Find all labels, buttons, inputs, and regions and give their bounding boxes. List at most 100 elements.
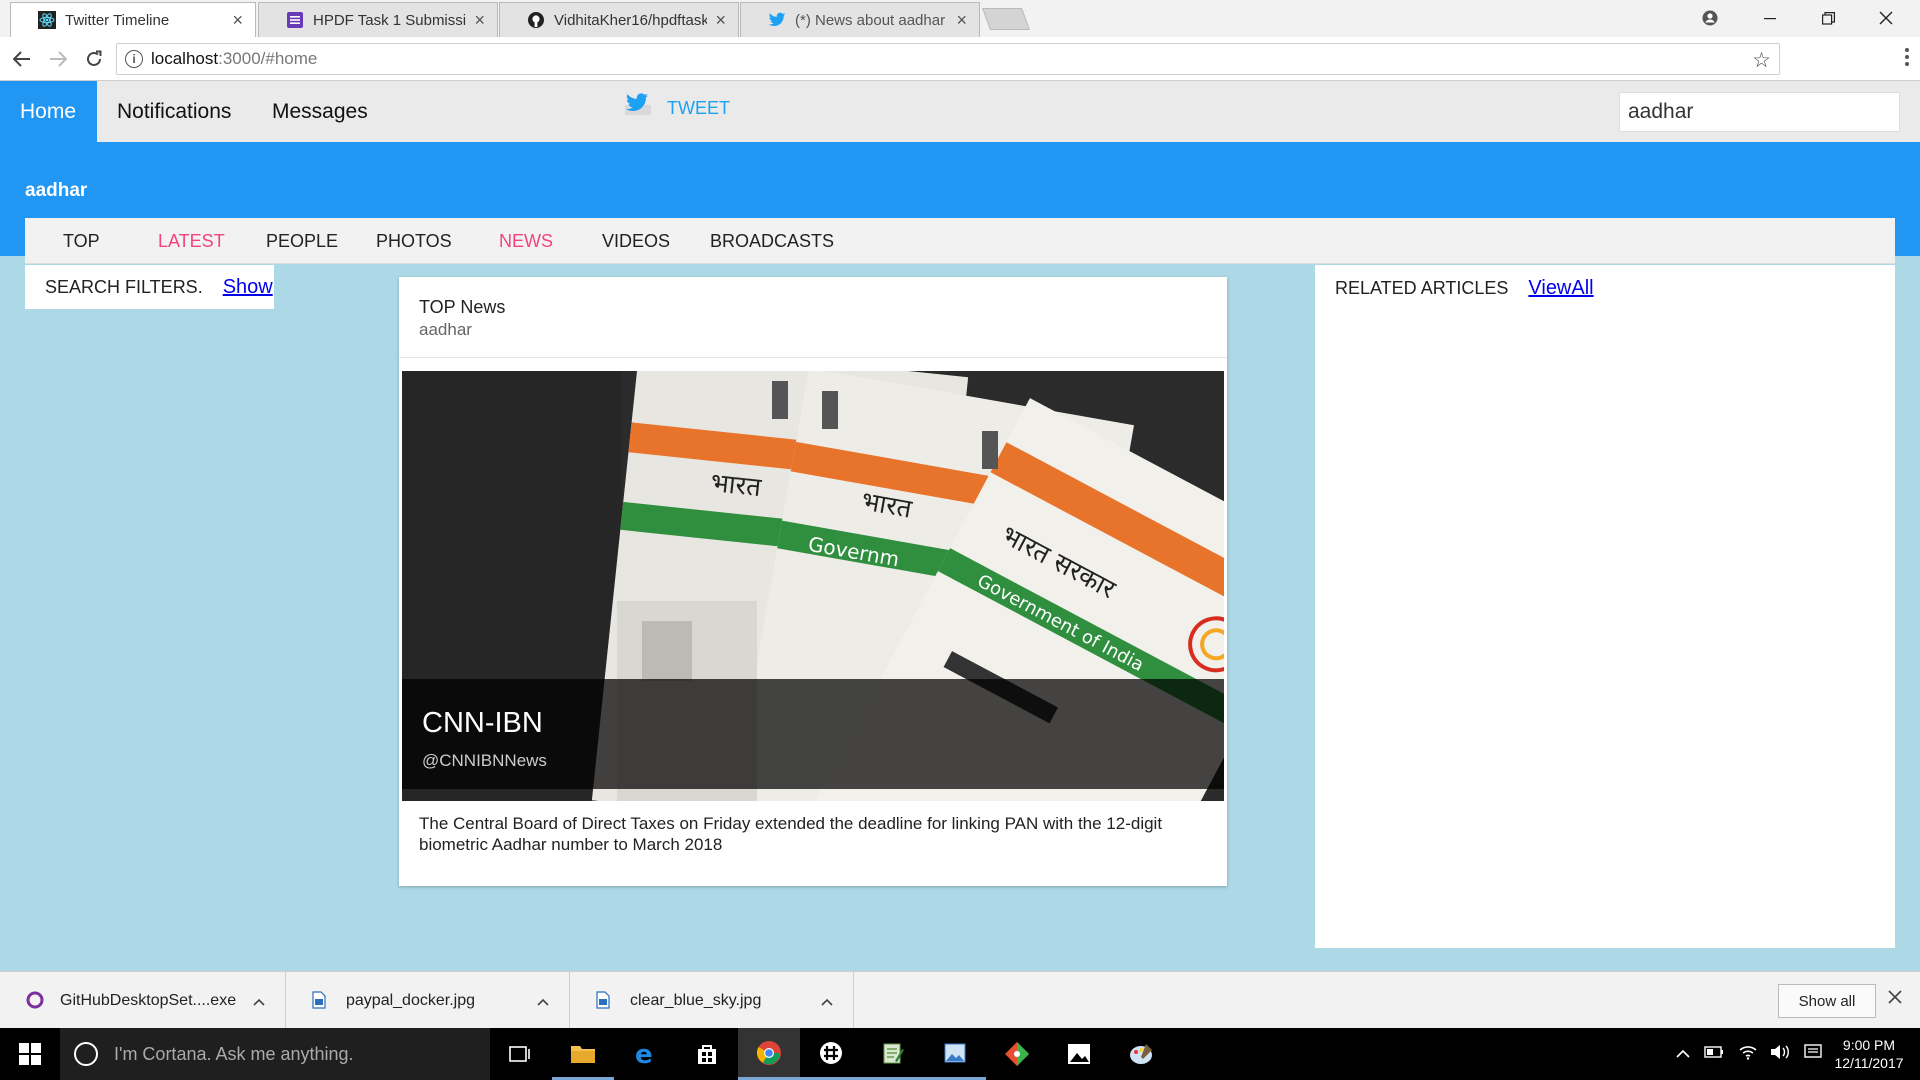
chevron-up-icon[interactable] [253, 993, 265, 1009]
tab-photos[interactable]: PHOTOS [376, 218, 452, 264]
nav-home[interactable]: Home [0, 81, 97, 142]
tab-title: HPDF Task 1 Submission [313, 11, 467, 29]
tab-github-repo[interactable]: VidhitaKher16/hpdftask1 × [499, 2, 739, 37]
file-explorer-icon[interactable] [552, 1028, 614, 1080]
tab-twitter-news[interactable]: (*) News about aadhar o × [740, 2, 980, 37]
source-handle[interactable]: @CNNIBNNews [422, 751, 547, 771]
windows-start-icon[interactable] [0, 1028, 60, 1080]
divider [399, 357, 1227, 358]
url-host: localhost [151, 49, 219, 68]
card-title: TOP News [419, 297, 506, 317]
taskbar-clock[interactable]: 9:00 PM 12/11/2017 [1824, 1036, 1914, 1072]
tab-videos[interactable]: VIDEOS [602, 218, 670, 264]
related-articles-panel: RELATED ARTICLES ViewAll [1315, 265, 1895, 948]
tab-twitter-timeline[interactable]: Twitter Timeline × [10, 2, 256, 37]
browser-toolbar: i localhost:3000/#home ☆ [0, 37, 1920, 81]
clock-date: 12/11/2017 [1834, 1055, 1904, 1071]
volume-icon[interactable] [1770, 1044, 1790, 1065]
cortana-search-box[interactable]: I'm Cortana. Ask me anything. [60, 1028, 490, 1080]
search-filters-panel: SEARCH FILTERS. Show [25, 265, 274, 309]
image-viewer-icon[interactable] [924, 1028, 986, 1080]
view-all-link[interactable]: ViewAll [1528, 277, 1593, 300]
installer-icon [26, 991, 44, 1011]
svg-text:भारत: भारत [709, 468, 763, 503]
cortana-placeholder: I'm Cortana. Ask me anything. [114, 1043, 354, 1064]
battery-icon[interactable] [1704, 1045, 1724, 1063]
close-icon[interactable]: × [474, 10, 485, 31]
nav-messages[interactable]: Messages [252, 81, 388, 142]
chrome-icon[interactable] [738, 1028, 800, 1080]
svg-text:e: e [635, 1041, 653, 1067]
chevron-up-icon[interactable] [821, 993, 833, 1009]
tab-top[interactable]: TOP [63, 218, 100, 264]
slack-icon[interactable] [800, 1028, 862, 1080]
forward-arrow-icon[interactable] [44, 45, 72, 73]
close-downloads-icon[interactable] [1888, 987, 1902, 1010]
close-icon[interactable]: × [232, 10, 243, 31]
profile-icon[interactable] [1682, 4, 1738, 32]
search-filter-tabs: TOP LATEST PEOPLE PHOTOS NEWS VIDEOS BRO… [25, 218, 1895, 264]
nav-notifications[interactable]: Notifications [97, 81, 251, 142]
news-text: The Central Board of Direct Taxes on Fri… [419, 814, 1163, 854]
tab-latest[interactable]: LATEST [158, 218, 225, 264]
related-header: RELATED ARTICLES ViewAll [1335, 277, 1594, 300]
image-caption-overlay: CNN-IBN @CNNIBNNews [402, 679, 1224, 789]
search-filters-label: SEARCH FILTERS. [45, 276, 203, 297]
reload-icon[interactable] [80, 45, 108, 73]
task-view-icon[interactable] [490, 1028, 552, 1080]
url-path: :3000/#home [218, 49, 318, 68]
photos-icon[interactable] [1048, 1028, 1110, 1080]
chevron-up-icon[interactable] [537, 993, 549, 1009]
notepad-icon[interactable] [862, 1028, 924, 1080]
search-input[interactable]: aadhar [1619, 92, 1900, 132]
download-item[interactable]: GitHubDesktopSet....exe [0, 972, 286, 1029]
download-name: paypal_docker.jpg [346, 991, 475, 1009]
tab-title: Twitter Timeline [65, 11, 170, 29]
tab-people[interactable]: PEOPLE [266, 218, 338, 264]
tab-hpdf-task[interactable]: HPDF Task 1 Submission × [258, 2, 498, 37]
git-icon[interactable] [986, 1028, 1048, 1080]
download-item[interactable]: clear_blue_sky.jpg [570, 972, 854, 1029]
clock-time: 9:00 PM [1842, 1037, 1896, 1053]
bookmark-star-icon[interactable]: ☆ [1752, 48, 1771, 73]
store-icon[interactable] [676, 1028, 738, 1080]
tab-title: VidhitaKher16/hpdftask1 [554, 11, 708, 29]
back-arrow-icon[interactable] [8, 45, 36, 73]
forms-icon [285, 10, 305, 30]
show-all-downloads-button[interactable]: Show all [1778, 984, 1876, 1018]
search-query-title: aadhar [25, 180, 88, 201]
windows-taskbar: I'm Cortana. Ask me anything. e 9:00 PM … [0, 1028, 1920, 1080]
twitter-bird-icon [625, 92, 651, 115]
source-name: CNN-IBN [422, 707, 543, 739]
chevron-up-icon[interactable] [1676, 1045, 1690, 1063]
tab-broadcasts[interactable]: BROADCASTS [710, 218, 834, 264]
wifi-icon[interactable] [1738, 1044, 1758, 1065]
info-icon[interactable]: i [125, 50, 143, 68]
download-name: clear_blue_sky.jpg [630, 991, 762, 1009]
image-file-icon [596, 990, 612, 1011]
tab-news[interactable]: NEWS [499, 218, 553, 264]
download-item[interactable]: paypal_docker.jpg [286, 972, 570, 1029]
restore-icon[interactable] [1800, 4, 1856, 32]
news-image: भारत भारत Governm भारत सरकार Government … [402, 371, 1224, 801]
show-filters-link[interactable]: Show [223, 276, 273, 299]
image-file-icon [312, 990, 328, 1011]
news-card[interactable]: TOP News aadhar भारत भारत Governm भारत स… [399, 277, 1227, 886]
window-close-icon[interactable] [1858, 4, 1914, 32]
edge-icon[interactable]: e [614, 1028, 676, 1080]
tweet-button[interactable]: TWEET [625, 88, 730, 119]
address-bar[interactable]: i localhost:3000/#home ☆ [116, 43, 1780, 75]
react-icon [37, 10, 57, 30]
paint-icon[interactable] [1110, 1028, 1172, 1080]
tab-title: (*) News about aadhar o [795, 11, 949, 29]
download-name: GitHubDesktopSet....exe [60, 991, 237, 1009]
close-icon[interactable]: × [956, 10, 967, 31]
browser-menu-icon[interactable] [1904, 47, 1910, 67]
downloads-bar: GitHubDesktopSet....exe paypal_docker.jp… [0, 971, 1920, 1029]
minimize-icon[interactable] [1742, 4, 1798, 32]
close-icon[interactable]: × [715, 10, 726, 31]
twitter-icon [767, 10, 787, 30]
new-tab-button[interactable] [981, 8, 1031, 30]
related-label: RELATED ARTICLES [1335, 278, 1509, 298]
action-center-icon[interactable] [1804, 1043, 1822, 1065]
